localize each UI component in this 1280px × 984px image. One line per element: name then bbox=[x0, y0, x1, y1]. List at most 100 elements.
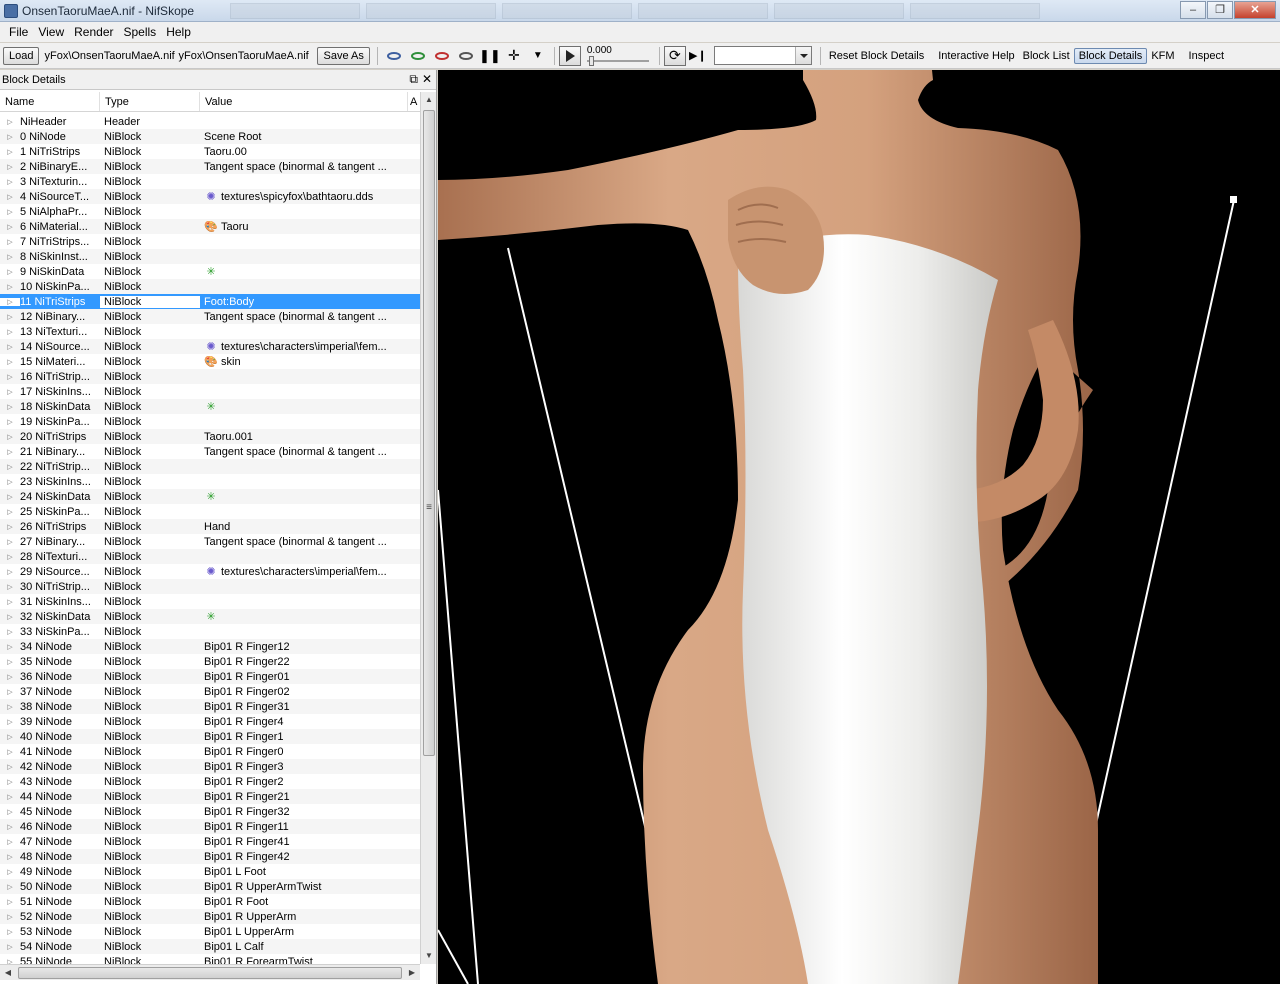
expand-arrow-icon[interactable]: ▷ bbox=[0, 328, 20, 336]
expand-arrow-icon[interactable]: ▷ bbox=[0, 343, 20, 351]
scroll-right-icon[interactable]: ▶ bbox=[404, 965, 420, 981]
table-row[interactable]: ▷ 5 NiAlphaPr... NiBlock bbox=[0, 204, 420, 219]
column-header-value[interactable]: Value bbox=[200, 92, 408, 111]
table-row[interactable]: ▷ 32 NiSkinData NiBlock ✳ bbox=[0, 609, 420, 624]
table-row[interactable]: ▷ 37 NiNode NiBlock Bip01 R Finger02 bbox=[0, 684, 420, 699]
expand-arrow-icon[interactable]: ▷ bbox=[0, 898, 20, 906]
reset-block-details-button[interactable]: Reset Block Details bbox=[825, 50, 928, 62]
table-row[interactable]: ▷ 40 NiNode NiBlock Bip01 R Finger1 bbox=[0, 729, 420, 744]
table-row[interactable]: ▷ 39 NiNode NiBlock Bip01 R Finger4 bbox=[0, 714, 420, 729]
table-row[interactable]: ▷ 8 NiSkinInst... NiBlock bbox=[0, 249, 420, 264]
view-eye-green-icon[interactable] bbox=[407, 46, 429, 66]
table-row[interactable]: ▷ 20 NiTriStrips NiBlock Taoru.001 bbox=[0, 429, 420, 444]
table-row[interactable]: ▷ 42 NiNode NiBlock Bip01 R Finger3 bbox=[0, 759, 420, 774]
close-icon[interactable]: ✕ bbox=[422, 72, 432, 87]
expand-arrow-icon[interactable]: ▷ bbox=[0, 883, 20, 891]
table-row[interactable]: ▷ 51 NiNode NiBlock Bip01 R Foot bbox=[0, 894, 420, 909]
expand-arrow-icon[interactable]: ▷ bbox=[0, 448, 20, 456]
expand-arrow-icon[interactable]: ▷ bbox=[0, 373, 20, 381]
table-row[interactable]: ▷ 28 NiTexturi... NiBlock bbox=[0, 549, 420, 564]
table-row[interactable]: ▷ 2 NiBinaryE... NiBlock Tangent space (bin… bbox=[0, 159, 420, 174]
table-row[interactable]: ▷ 29 NiSource... NiBlock ✺ textures\characte… bbox=[0, 564, 420, 579]
table-row[interactable]: ▷ 0 NiNode NiBlock Scene Root bbox=[0, 129, 420, 144]
table-row[interactable]: ▷ 54 NiNode NiBlock Bip01 L Calf bbox=[0, 939, 420, 954]
expand-arrow-icon[interactable]: ▷ bbox=[0, 238, 20, 246]
table-row[interactable]: ▷ 48 NiNode NiBlock Bip01 R Finger42 bbox=[0, 849, 420, 864]
expand-arrow-icon[interactable]: ▷ bbox=[0, 718, 20, 726]
table-row[interactable]: ▷ 15 NiMateri... NiBlock 🎨 skin bbox=[0, 354, 420, 369]
expand-arrow-icon[interactable]: ▷ bbox=[0, 118, 20, 126]
save-as-button[interactable]: Save As bbox=[317, 46, 370, 65]
table-row[interactable]: ▷ 30 NiTriStrip... NiBlock bbox=[0, 579, 420, 594]
table-row[interactable]: ▷ 21 NiBinary... NiBlock Tangent space (bin… bbox=[0, 444, 420, 459]
table-row[interactable]: ▷ 10 NiSkinPa... NiBlock bbox=[0, 279, 420, 294]
expand-arrow-icon[interactable]: ▷ bbox=[0, 808, 20, 816]
table-row[interactable]: ▷ 44 NiNode NiBlock Bip01 R Finger21 bbox=[0, 789, 420, 804]
scroll-left-icon[interactable]: ◀ bbox=[0, 965, 16, 981]
expand-arrow-icon[interactable]: ▷ bbox=[0, 823, 20, 831]
expand-arrow-icon[interactable]: ▷ bbox=[0, 223, 20, 231]
table-row[interactable]: ▷ 50 NiNode NiBlock Bip01 R UpperArmTwist bbox=[0, 879, 420, 894]
expand-arrow-icon[interactable]: ▷ bbox=[0, 838, 20, 846]
scroll-thumb[interactable] bbox=[423, 110, 435, 756]
column-header-name[interactable]: Name bbox=[0, 92, 100, 111]
expand-arrow-icon[interactable]: ▷ bbox=[0, 178, 20, 186]
view-eye-icon[interactable] bbox=[383, 46, 405, 66]
menu-render[interactable]: Render bbox=[69, 25, 118, 39]
save-path-field[interactable]: yFox\OnsenTaoruMaeA.nif bbox=[176, 50, 314, 62]
block-list-button[interactable]: Block List bbox=[1019, 50, 1074, 62]
table-row[interactable]: ▷ 43 NiNode NiBlock Bip01 R Finger2 bbox=[0, 774, 420, 789]
expand-arrow-icon[interactable]: ▷ bbox=[0, 583, 20, 591]
table-row[interactable]: ▷ 34 NiNode NiBlock Bip01 R Finger12 bbox=[0, 639, 420, 654]
expand-arrow-icon[interactable]: ▷ bbox=[0, 163, 20, 171]
table-row[interactable]: ▷ 23 NiSkinIns... NiBlock bbox=[0, 474, 420, 489]
scroll-down-icon[interactable]: ▼ bbox=[421, 948, 437, 964]
loop-icon[interactable]: ⟳ bbox=[663, 45, 686, 66]
expand-arrow-icon[interactable]: ▷ bbox=[0, 733, 20, 741]
expand-arrow-icon[interactable]: ▷ bbox=[0, 358, 20, 366]
time-slider[interactable]: 0.000 bbox=[585, 45, 651, 67]
expand-arrow-icon[interactable]: ▷ bbox=[0, 523, 20, 531]
expand-arrow-icon[interactable]: ▷ bbox=[0, 433, 20, 441]
expand-arrow-icon[interactable]: ▷ bbox=[0, 193, 20, 201]
table-row[interactable]: ▷ 35 NiNode NiBlock Bip01 R Finger22 bbox=[0, 654, 420, 669]
table-row[interactable]: ▷ 55 NiNode NiBlock Bip01 R ForearmTwist bbox=[0, 954, 420, 965]
expand-arrow-icon[interactable]: ▷ bbox=[0, 658, 20, 666]
table-row[interactable]: ▷ 26 NiTriStrips NiBlock Hand bbox=[0, 519, 420, 534]
table-row[interactable]: ▷ 17 NiSkinIns... NiBlock bbox=[0, 384, 420, 399]
view-eye-gray-icon[interactable] bbox=[455, 46, 477, 66]
table-row[interactable]: ▷ 16 NiTriStrip... NiBlock bbox=[0, 369, 420, 384]
animation-select[interactable] bbox=[713, 46, 812, 65]
table-row[interactable]: ▷ 24 NiSkinData NiBlock ✳ bbox=[0, 489, 420, 504]
render-viewport[interactable] bbox=[438, 70, 1280, 984]
column-header-type[interactable]: Type bbox=[100, 92, 200, 111]
table-row[interactable]: ▷ 33 NiSkinPa... NiBlock bbox=[0, 624, 420, 639]
expand-arrow-icon[interactable]: ▷ bbox=[0, 313, 20, 321]
table-row[interactable]: ▷ 53 NiNode NiBlock Bip01 L UpperArm bbox=[0, 924, 420, 939]
table-row[interactable]: ▷ 7 NiTriStrips... NiBlock bbox=[0, 234, 420, 249]
expand-arrow-icon[interactable]: ▷ bbox=[0, 148, 20, 156]
expand-arrow-icon[interactable]: ▷ bbox=[0, 778, 20, 786]
expand-arrow-icon[interactable]: ▷ bbox=[0, 478, 20, 486]
expand-arrow-icon[interactable]: ▷ bbox=[0, 868, 20, 876]
view-eye-red-icon[interactable] bbox=[431, 46, 453, 66]
scroll-up-icon[interactable]: ▲ bbox=[421, 92, 437, 108]
expand-arrow-icon[interactable]: ▷ bbox=[0, 928, 20, 936]
table-row[interactable]: ▷ 11 NiTriStrips NiBlock Foot:Body bbox=[0, 294, 420, 309]
vertical-scrollbar[interactable]: ▲ ≡ ▼ bbox=[420, 92, 436, 964]
expand-arrow-icon[interactable]: ▷ bbox=[0, 133, 20, 141]
table-row[interactable]: ▷ 18 NiSkinData NiBlock ✳ bbox=[0, 399, 420, 414]
expand-arrow-icon[interactable]: ▷ bbox=[0, 613, 20, 621]
expand-arrow-icon[interactable]: ▷ bbox=[0, 643, 20, 651]
horizontal-scrollbar[interactable]: ◀ ▶ bbox=[0, 964, 420, 980]
expand-arrow-icon[interactable]: ▷ bbox=[0, 208, 20, 216]
axes-icon[interactable]: ✛ bbox=[503, 46, 525, 66]
table-row[interactable]: ▷ 19 NiSkinPa... NiBlock bbox=[0, 414, 420, 429]
table-row[interactable]: ▷ 3 NiTexturin... NiBlock bbox=[0, 174, 420, 189]
expand-arrow-icon[interactable]: ▷ bbox=[0, 673, 20, 681]
expand-arrow-icon[interactable]: ▷ bbox=[0, 703, 20, 711]
table-row[interactable]: ▷ 13 NiTexturi... NiBlock bbox=[0, 324, 420, 339]
expand-arrow-icon[interactable]: ▷ bbox=[0, 508, 20, 516]
close-button[interactable]: ✕ bbox=[1234, 1, 1276, 19]
expand-arrow-icon[interactable]: ▷ bbox=[0, 493, 20, 501]
